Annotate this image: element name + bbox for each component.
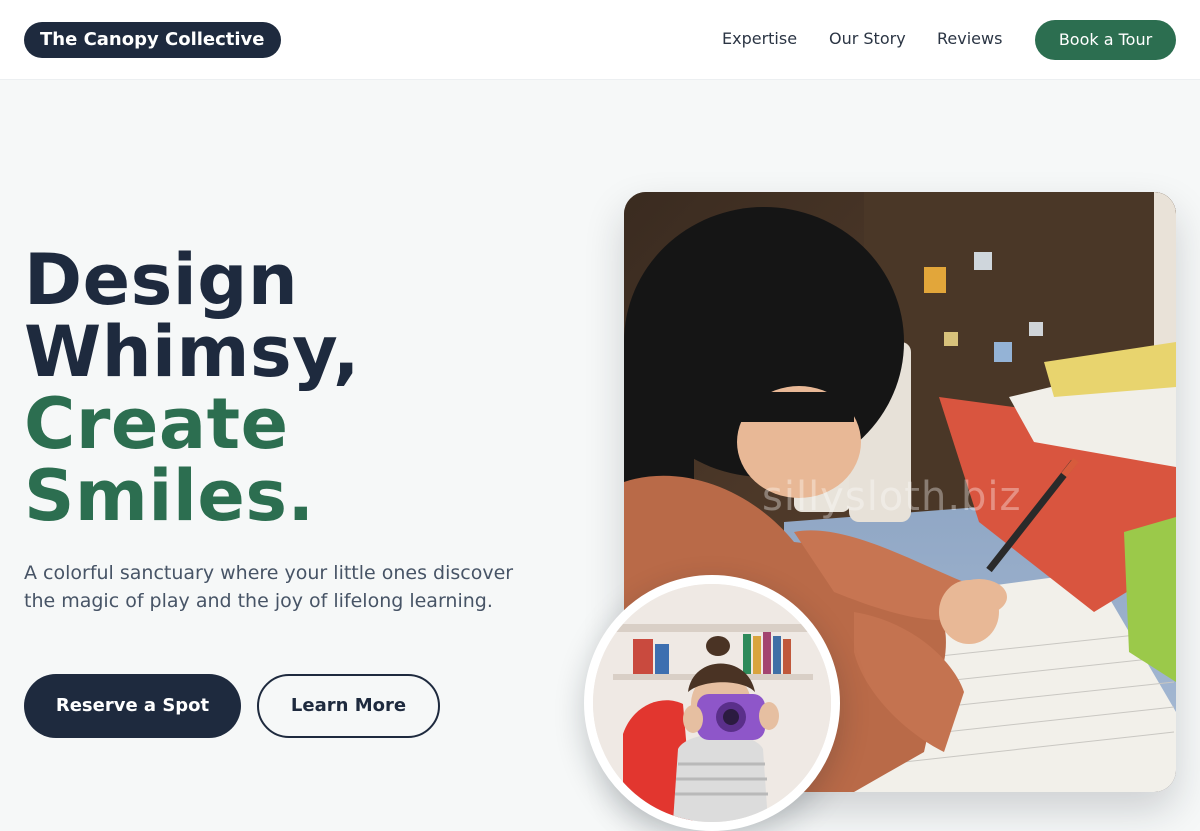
hero-subtitle: A colorful sanctuary where your little o… [24,562,514,612]
nav-link-our-story[interactable]: Our Story [829,28,906,50]
reserve-spot-button[interactable]: Reserve a Spot [24,674,241,738]
photo-watermark: sillysloth.biz [762,474,1022,520]
hero-title-line: Whimsy, [24,311,360,393]
hero-title-line: Design [24,239,299,321]
inset-photo-illustration [593,584,831,822]
learn-more-button[interactable]: Learn More [257,674,440,738]
nav-link-expertise[interactable]: Expertise [722,28,797,50]
inset-photo-child-camera [584,575,840,831]
brand-logo[interactable]: The Canopy Collective [24,22,281,58]
nav-link-reviews[interactable]: Reviews [937,28,1002,50]
site-header: The Canopy Collective Expertise Our Stor… [0,0,1200,80]
hero-title-line-accent: Smiles. [24,455,315,537]
hero-title: Design Whimsy, Create Smiles. [24,244,360,532]
book-tour-button[interactable]: Book a Tour [1035,20,1176,60]
hero-title-line-accent: Create [24,383,289,465]
